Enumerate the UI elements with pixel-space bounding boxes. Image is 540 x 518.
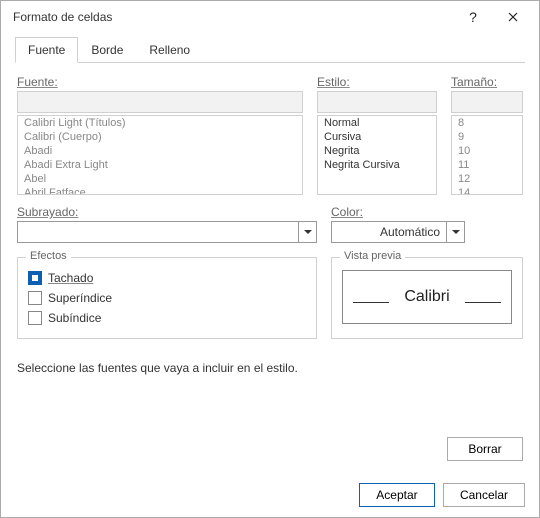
chevron-down-icon [298,222,316,242]
size-listbox[interactable]: 8 9 10 11 12 14 [451,115,523,195]
dialog-content: Fuente Borde Relleno Fuente: Calibri Lig… [1,33,539,473]
list-item[interactable]: Abel [18,172,302,186]
color-combo[interactable]: Automático [331,221,465,243]
underline-combo[interactable] [17,221,317,243]
help-button[interactable]: ? [453,3,493,31]
list-item[interactable]: 14 [452,186,522,195]
font-listbox[interactable]: Calibri Light (Títulos) Calibri (Cuerpo)… [17,115,303,195]
close-icon [508,12,518,22]
size-label: Tamaño: [451,75,523,89]
dialog-title: Formato de celdas [13,10,453,24]
list-item[interactable]: 11 [452,158,522,172]
superscript-label: Superíndice [48,291,112,305]
chevron-down-icon [446,222,464,242]
checkbox-icon [28,311,42,325]
style-input[interactable] [317,91,437,113]
style-label: Estilo: [317,75,437,89]
subscript-label: Subíndice [48,311,101,325]
preview-font-name: Calibri [404,288,449,306]
preview-group: Vista previa Calibri [331,257,523,339]
list-item[interactable]: Calibri Light (Títulos) [18,116,302,130]
close-button[interactable] [493,3,533,31]
list-item[interactable]: 9 [452,130,522,144]
list-item[interactable]: Negrita [318,144,436,158]
tab-font[interactable]: Fuente [15,37,78,63]
format-cells-dialog: Formato de celdas ? Fuente Borde Relleno… [0,0,540,518]
list-item[interactable]: 8 [452,116,522,130]
preview-title: Vista previa [340,250,405,262]
superscript-checkbox[interactable]: Superíndice [28,288,306,308]
hint-text: Seleccione las fuentes que vaya a inclui… [17,361,523,375]
tab-fill[interactable]: Relleno [136,37,203,63]
titlebar: Formato de celdas ? [1,1,539,33]
size-input[interactable] [451,91,523,113]
list-item[interactable]: Negrita Cursiva [318,158,436,172]
font-input[interactable] [17,91,303,113]
effects-group: Efectos Tachado Superíndice Subíndice [17,257,317,339]
tabstrip: Fuente Borde Relleno [15,37,525,63]
color-label: Color: [331,205,465,219]
list-item[interactable]: Cursiva [318,130,436,144]
strike-label: Tachado [48,271,93,285]
tab-border[interactable]: Borde [78,37,136,63]
ok-button[interactable]: Aceptar [359,483,435,507]
effects-title: Efectos [26,250,71,262]
preview-box: Calibri [342,270,512,324]
color-value: Automático [332,225,446,239]
list-item[interactable]: Abril Fatface [18,186,302,195]
font-label: Fuente: [17,75,303,89]
list-item[interactable]: Normal [318,116,436,130]
list-item[interactable]: 12 [452,172,522,186]
strike-checkbox[interactable]: Tachado [28,268,306,288]
dialog-footer: Aceptar Cancelar [1,473,539,517]
list-item[interactable]: 10 [452,144,522,158]
list-item[interactable]: Calibri (Cuerpo) [18,130,302,144]
underline-label: Subrayado: [17,205,317,219]
cancel-button[interactable]: Cancelar [443,483,525,507]
checkbox-indeterminate-icon [28,271,42,285]
clear-button[interactable]: Borrar [447,437,523,461]
checkbox-icon [28,291,42,305]
list-item[interactable]: Abadi Extra Light [18,158,302,172]
style-listbox[interactable]: Normal Cursiva Negrita Negrita Cursiva [317,115,437,195]
list-item[interactable]: Abadi [18,144,302,158]
subscript-checkbox[interactable]: Subíndice [28,308,306,328]
panel-font: Fuente: Calibri Light (Títulos) Calibri … [15,63,525,461]
